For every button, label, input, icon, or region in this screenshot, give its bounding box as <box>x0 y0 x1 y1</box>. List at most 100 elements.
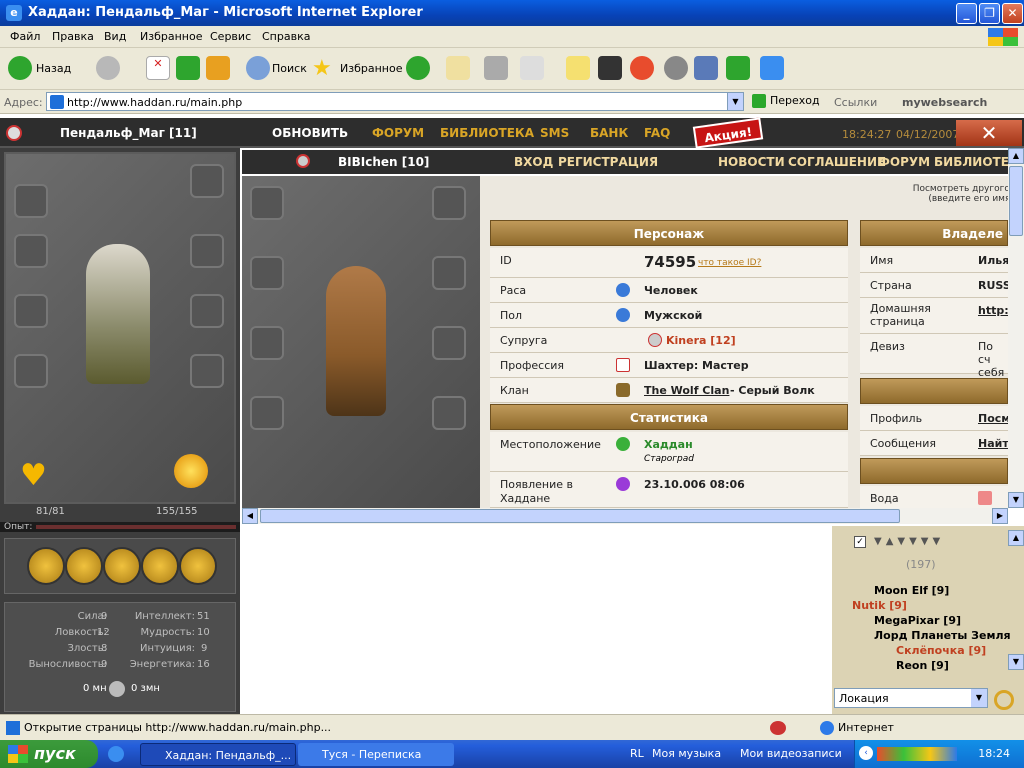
history-icon[interactable] <box>406 56 430 80</box>
bag-icon[interactable] <box>65 547 103 585</box>
search-icon[interactable] <box>246 56 270 80</box>
k-icon[interactable] <box>598 56 622 80</box>
forum-link[interactable]: ФОРУМ <box>878 155 930 169</box>
horizontal-scrollbar[interactable]: ◀ ▶ <box>242 508 1008 524</box>
what-is-id-link[interactable]: что такое ID? <box>698 258 761 268</box>
magic-icon[interactable] <box>103 547 141 585</box>
popup-blocked-icon[interactable] <box>770 721 786 735</box>
menu-file[interactable]: Файл <box>10 30 40 43</box>
library-link[interactable]: БИБЛИОТЕК <box>934 155 1008 169</box>
slot-armor[interactable] <box>250 326 284 360</box>
messages-link[interactable]: Найт <box>978 437 1008 450</box>
forward-icon[interactable] <box>96 56 120 80</box>
print-icon[interactable] <box>484 56 508 80</box>
clan-link[interactable]: The Wolf Clan <box>644 384 729 397</box>
slot-weapon[interactable] <box>14 234 48 268</box>
scroll-thumb[interactable] <box>260 509 900 523</box>
login-link[interactable]: ВХОД <box>514 155 553 169</box>
exit-button[interactable]: ✕ <box>956 120 1022 146</box>
slot-shield[interactable] <box>432 256 466 290</box>
book-icon[interactable] <box>141 547 179 585</box>
scroll-right-button[interactable]: ▶ <box>992 508 1008 524</box>
ie-quicklaunch-icon[interactable] <box>108 746 124 762</box>
slot-belt[interactable] <box>432 396 466 430</box>
start-button[interactable]: пуск <box>0 740 98 768</box>
slot-gloves[interactable] <box>432 326 466 360</box>
address-dropdown[interactable]: ▼ <box>727 93 743 110</box>
vertical-scrollbar[interactable]: ▲ ▼ <box>1008 148 1024 508</box>
slot-weapon[interactable] <box>250 256 284 290</box>
search-button[interactable]: Поиск <box>272 62 307 92</box>
stop-icon[interactable]: ✕ <box>146 56 170 80</box>
favorites-star-icon[interactable]: ★ <box>312 56 336 81</box>
chevron-left-icon[interactable]: ‹ <box>859 746 873 760</box>
slot-belt[interactable] <box>190 354 224 388</box>
at-icon[interactable] <box>630 56 654 80</box>
refresh-link[interactable]: ОБНОВИТЬ <box>272 126 348 140</box>
edit-icon[interactable] <box>520 56 544 80</box>
toolbar-my-videos[interactable]: Мои видеозаписи <box>740 747 842 760</box>
menu-favorites[interactable]: Избранное <box>140 30 202 43</box>
close-button[interactable]: ✕ <box>1002 3 1023 24</box>
links-button[interactable]: Ссылки <box>834 96 877 109</box>
library-link[interactable]: БИБЛИОТЕКА <box>440 126 534 140</box>
scroll-up-button[interactable]: ▲ <box>1008 148 1024 164</box>
scroll-thumb[interactable] <box>1009 166 1023 236</box>
agreement-link[interactable]: СОГЛАШЕНИЕ <box>788 155 885 169</box>
online-scroll-down[interactable]: ▼ <box>1008 654 1024 670</box>
online-player[interactable]: Moon Elf [9] <box>874 584 949 597</box>
back-button[interactable]: Назад <box>36 62 71 92</box>
homepage-link[interactable]: http: <box>978 304 1008 317</box>
icq-icon[interactable] <box>726 56 750 80</box>
alignment-filter-icon[interactable]: ▼▲▼▼▼▼ <box>874 536 988 548</box>
menu-edit[interactable]: Правка <box>52 30 94 43</box>
home-icon[interactable] <box>206 56 230 80</box>
menu-tools[interactable]: Сервис <box>210 30 251 43</box>
info-icon[interactable] <box>27 547 65 585</box>
mail-icon[interactable] <box>446 56 470 80</box>
slot-ring[interactable] <box>190 164 224 198</box>
tray-icons[interactable] <box>877 747 957 761</box>
slot-amulet[interactable] <box>250 186 284 220</box>
news-link[interactable]: НОВОСТИ <box>718 155 785 169</box>
handshake-icon[interactable] <box>179 547 217 585</box>
scroll-left-button[interactable]: ◀ <box>242 508 258 524</box>
online-scroll-up[interactable]: ▲ <box>1008 530 1024 546</box>
online-player[interactable]: Nutik [9] <box>852 599 907 612</box>
menu-view[interactable]: Вид <box>104 30 126 43</box>
slot-armor[interactable] <box>14 294 48 328</box>
address-input[interactable]: http://www.haddan.ru/main.php ▼ <box>46 92 744 111</box>
scroll-down-button[interactable]: ▼ <box>1008 492 1024 508</box>
taskbar-item-browser[interactable]: Хаддан: Пендальф_... <box>140 743 296 766</box>
slot-gloves[interactable] <box>190 294 224 328</box>
promo-badge[interactable]: Акция! <box>692 117 764 149</box>
menu-help[interactable]: Справка <box>262 30 310 43</box>
forum-link[interactable]: ФОРУМ <box>372 126 424 140</box>
slot-amulet[interactable] <box>14 184 48 218</box>
maximize-button[interactable]: ❐ <box>979 3 1000 24</box>
player-name[interactable]: Пендальф_Маг [11] <box>60 126 197 140</box>
location-select[interactable]: Локация ▼ <box>834 688 988 708</box>
profile-player-name[interactable]: BIBIchen [10] <box>338 155 429 169</box>
go-button[interactable]: Переход <box>752 94 820 108</box>
messenger-icon[interactable] <box>760 56 784 80</box>
toolbar-my-music[interactable]: Моя музыка <box>652 747 721 760</box>
taskbar-item-chat[interactable]: Туся - Переписка <box>298 743 454 766</box>
slot-pants[interactable] <box>14 354 48 388</box>
filter-checkbox[interactable]: ✓ <box>854 536 866 548</box>
mywebsearch-button[interactable]: mywebsearch <box>902 96 987 109</box>
slot-pants[interactable] <box>250 396 284 430</box>
back-icon[interactable] <box>8 56 32 80</box>
online-player[interactable]: Лорд Планеты Земля <box>874 629 1011 642</box>
favorites-button[interactable]: Избранное <box>340 62 402 92</box>
slot-ring[interactable] <box>432 186 466 220</box>
online-player[interactable]: Reon [9] <box>896 659 949 672</box>
note-icon[interactable] <box>566 56 590 80</box>
sms-link[interactable]: SMS <box>540 126 569 140</box>
slot-shield[interactable] <box>190 234 224 268</box>
spouse-value[interactable]: Kinera [12] <box>666 334 736 347</box>
refresh-icon[interactable] <box>176 56 200 80</box>
online-player[interactable]: MegaPixar [9] <box>874 614 961 627</box>
bank-link[interactable]: БАНК <box>590 126 628 140</box>
faq-link[interactable]: FAQ <box>644 126 670 140</box>
